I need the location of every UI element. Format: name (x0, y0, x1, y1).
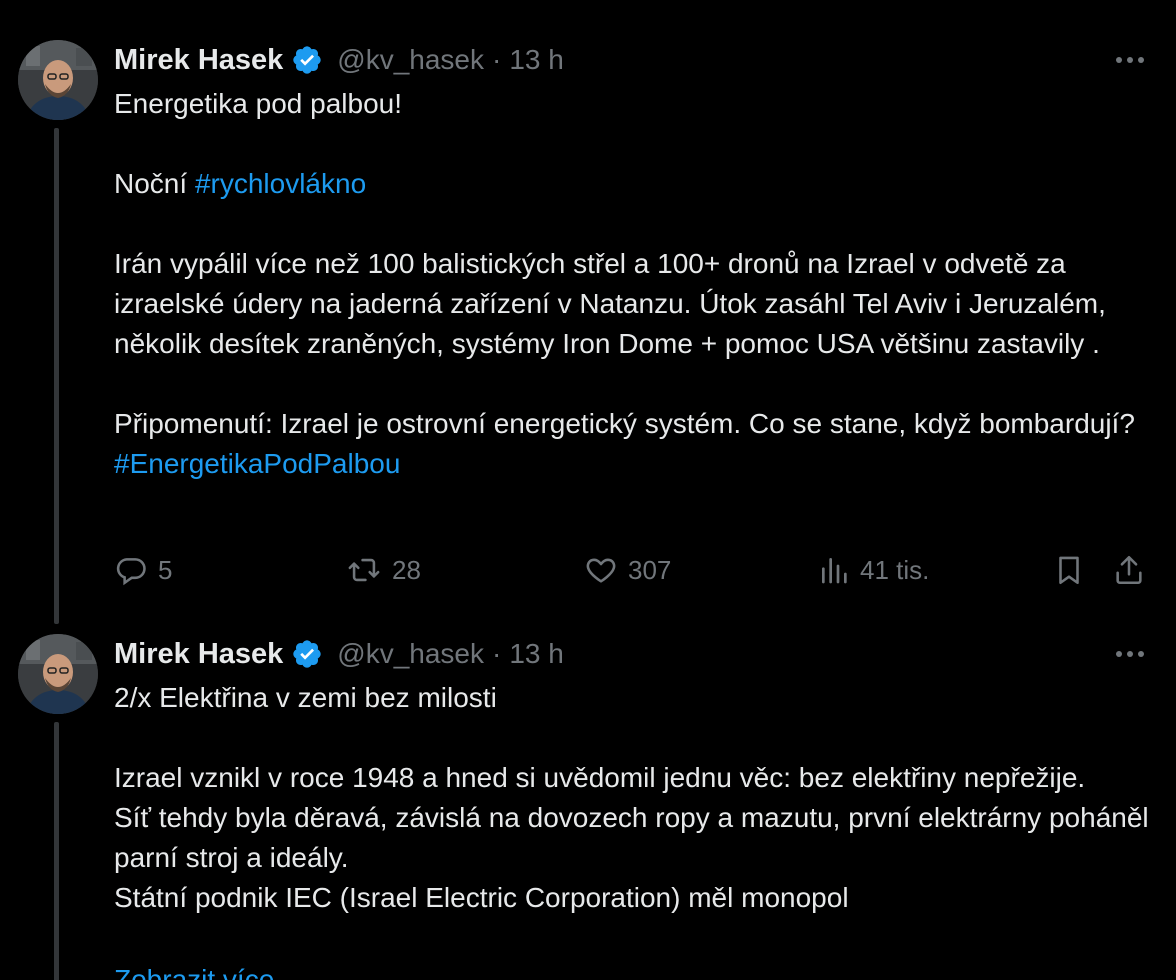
tweet-1[interactable]: Mirek Hasek @kv_hasek · 13 h Energetika … (0, 0, 1176, 624)
tweet-paragraph: 2/x Elektřina v zemi bez milosti (114, 682, 497, 713)
views-button[interactable]: 41 tis. (818, 548, 929, 592)
thread-connector-line (54, 128, 59, 624)
tweet-paragraph: Noční #rychlovlákno (114, 164, 1154, 204)
repost-icon (346, 553, 382, 587)
show-more-link[interactable]: Zobrazit více (114, 960, 274, 980)
avatar[interactable] (18, 634, 98, 714)
tweet-paragraph: Energetika pod palbou! (114, 88, 402, 119)
tweet-paragraph: Izrael vznikl v roce 1948 a hned si uvěd… (114, 762, 1149, 913)
separator: · (492, 638, 502, 669)
tweet-paragraph: Irán vypálil více než 100 balistických s… (114, 248, 1106, 359)
author-handle[interactable]: @kv_hasek (337, 44, 484, 76)
verified-badge-icon[interactable] (291, 44, 323, 76)
hashtag-link[interactable]: #EnergetikaPodPalbou (114, 448, 400, 479)
like-count: 307 (628, 554, 672, 585)
tweet-text: Energetika pod palbou! Noční #rychlovlák… (114, 84, 1154, 484)
author-name[interactable]: Mirek Hasek (114, 44, 283, 77)
timestamp[interactable]: 13 h (509, 638, 564, 670)
reply-icon (114, 553, 148, 587)
verified-badge-icon[interactable] (291, 638, 323, 670)
views-count: 41 tis. (860, 554, 930, 585)
tweet-header: Mirek Hasek @kv_hasek · 13 h (114, 40, 564, 80)
paragraph-text: Noční (114, 168, 195, 199)
tweet-header: Mirek Hasek @kv_hasek · 13 h (114, 634, 564, 674)
thread: Mirek Hasek @kv_hasek · 13 h Energetika … (0, 0, 1176, 980)
action-bar: 5 28 307 41 tis. (110, 548, 1156, 592)
share-button[interactable] (1112, 548, 1146, 592)
tweet-2[interactable]: Mirek Hasek @kv_hasek · 13 h 2/x Elektři… (0, 620, 1176, 980)
more-dots-icon[interactable] (1108, 634, 1152, 674)
reply-count: 5 (158, 554, 173, 585)
author-name[interactable]: Mirek Hasek (114, 638, 283, 671)
bookmark-icon (1052, 553, 1086, 587)
more-dots-icon[interactable] (1108, 40, 1152, 80)
paragraph-text: Připomenutí: Izrael je ostrovní energeti… (114, 408, 1135, 439)
views-chart-icon (818, 553, 850, 587)
repost-count: 28 (392, 554, 421, 585)
separator: · (492, 44, 502, 75)
heart-icon (584, 553, 618, 587)
hashtag-link[interactable]: #rychlovlákno (195, 168, 366, 199)
tweet-text: 2/x Elektřina v zemi bez milosti Izrael … (114, 678, 1154, 918)
author-handle[interactable]: @kv_hasek (337, 638, 484, 670)
like-button[interactable]: 307 (584, 548, 671, 592)
tweet-paragraph: Připomenutí: Izrael je ostrovní energeti… (114, 404, 1154, 484)
thread-connector-line (54, 722, 59, 980)
reply-button[interactable]: 5 (114, 548, 172, 592)
bookmark-button[interactable] (1052, 548, 1086, 592)
share-icon (1112, 553, 1146, 587)
avatar[interactable] (18, 40, 98, 120)
timestamp[interactable]: 13 h (509, 44, 564, 76)
repost-button[interactable]: 28 (346, 548, 421, 592)
